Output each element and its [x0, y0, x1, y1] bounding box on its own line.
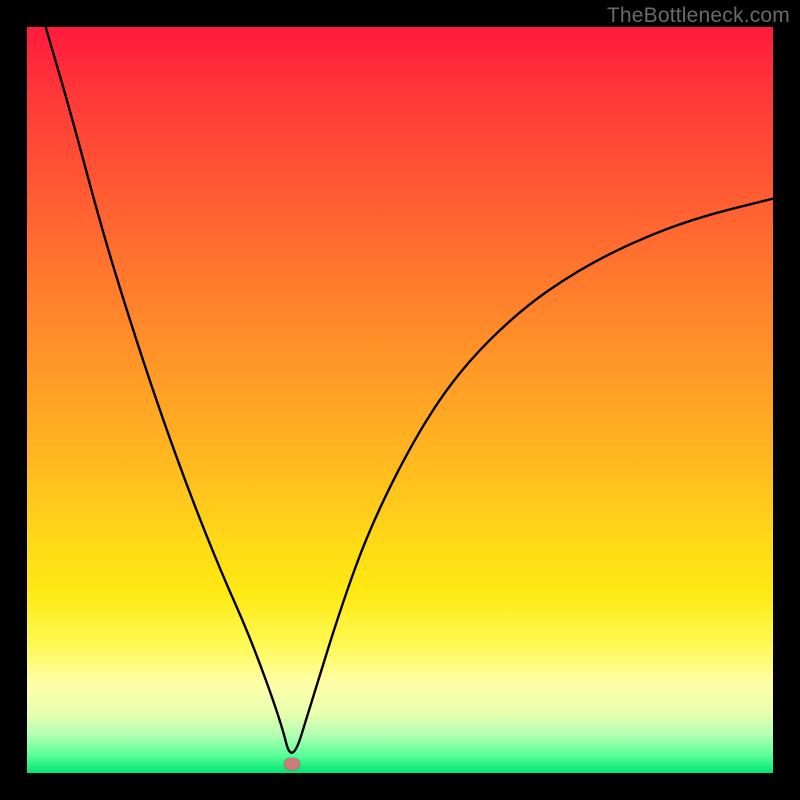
valley-marker — [284, 758, 300, 770]
watermark-text: TheBottleneck.com — [607, 4, 790, 28]
chart-frame: TheBottleneck.com — [0, 0, 800, 800]
curve-path — [46, 27, 773, 753]
curve-layer — [27, 27, 773, 773]
plot-area — [27, 27, 773, 773]
